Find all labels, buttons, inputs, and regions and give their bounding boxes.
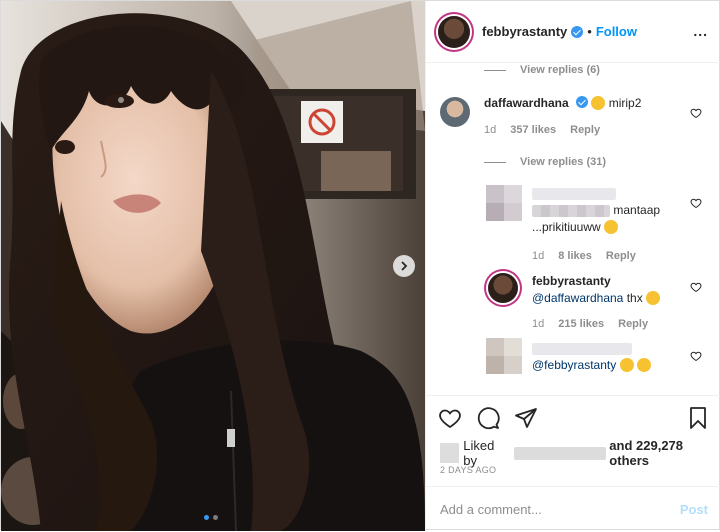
comment-likes[interactable]: 357 likes	[510, 124, 556, 136]
blurred-liker-name[interactable]	[513, 446, 607, 460]
reply-age[interactable]: 1d	[532, 250, 544, 262]
blurred-avatar[interactable]	[486, 338, 522, 374]
view-replies-button[interactable]: View replies (31)	[484, 156, 606, 168]
blurred-liker-avatar	[440, 443, 460, 463]
reply-button[interactable]: Reply	[570, 124, 600, 136]
bookmark-icon[interactable]	[686, 406, 710, 430]
reply-text: @febbyrastanty	[532, 340, 692, 374]
reply-body-a: mantaap	[613, 203, 661, 217]
liked-by-label: Liked by	[463, 438, 495, 468]
post-actions: Liked by and 229,278 others 2 DAYS AGO A…	[426, 395, 720, 531]
mention-link[interactable]: @daffawardhana	[532, 291, 623, 305]
author-avatar[interactable]	[438, 15, 470, 48]
view-replies-button[interactable]: View replies (6)	[484, 64, 600, 76]
comments-list[interactable]: View replies (6) daffawardhana mirip2 1d…	[426, 63, 720, 395]
view-replies-label: View replies (6)	[520, 64, 600, 76]
post-photo[interactable]	[1, 1, 425, 531]
comment-like-heart-icon[interactable]	[690, 281, 702, 293]
reply-button[interactable]: Reply	[618, 318, 648, 330]
author-username[interactable]: febbyrastanty	[482, 24, 567, 39]
carousel-dot-1[interactable]	[204, 515, 209, 520]
comment-meta: 1d 357 likes Reply	[484, 124, 600, 136]
post-header: febbyrastanty • Follow ...	[426, 1, 720, 63]
chevron-right-icon	[401, 261, 408, 271]
carousel-dot-2[interactable]	[213, 515, 218, 520]
grinning-emoji-icon	[604, 220, 619, 234]
reply-meta: 1d 8 likes Reply	[532, 250, 636, 262]
instagram-post: febbyrastanty • Follow ... View replies …	[0, 0, 720, 531]
author-avatar[interactable]	[488, 273, 518, 303]
blurred-mention	[532, 204, 610, 217]
reply-age[interactable]: 1d	[532, 318, 544, 330]
comment-like-heart-icon[interactable]	[690, 350, 702, 362]
comment-input[interactable]: Add a comment...	[440, 502, 542, 517]
view-replies-label: View replies (31)	[520, 156, 607, 168]
reply-body: thx	[626, 291, 643, 305]
verified-badge-icon	[576, 96, 589, 108]
laughing-emoji-icon	[591, 96, 606, 110]
more-options-icon[interactable]: ...	[693, 24, 708, 38]
reply-likes[interactable]: 8 likes	[558, 250, 592, 262]
share-icon[interactable]	[514, 406, 538, 430]
blurred-username	[532, 342, 632, 355]
reply-text: mantaap ...prikitiuuww	[532, 185, 682, 236]
commenter-avatar[interactable]	[440, 97, 470, 127]
next-slide-button[interactable]	[393, 255, 415, 277]
reply-body-b: ...prikitiuuww	[532, 220, 601, 234]
blurred-username	[532, 187, 616, 200]
post-sidebar: febbyrastanty • Follow ... View replies …	[425, 1, 720, 531]
comment-icon[interactable]	[476, 406, 500, 430]
comment-like-heart-icon[interactable]	[690, 107, 702, 119]
reply-meta: 1d 215 likes Reply	[532, 318, 648, 330]
likes-count[interactable]: and 229,278 others	[609, 438, 720, 468]
header-separator: •	[587, 24, 592, 39]
verified-badge-icon	[571, 25, 584, 38]
comment-text: daffawardhana mirip2	[484, 95, 641, 112]
follow-button[interactable]: Follow	[596, 24, 637, 39]
liked-by-summary[interactable]: Liked by and 229,278 others	[440, 438, 720, 468]
comment-body: mirip2	[608, 96, 642, 110]
commenter-username[interactable]: daffawardhana	[484, 96, 569, 110]
heart-eyes-emoji-icon	[636, 358, 651, 372]
replies-divider	[484, 161, 506, 163]
selfie-image	[1, 1, 425, 531]
heart-icon[interactable]	[438, 406, 462, 430]
blurred-avatar[interactable]	[486, 185, 522, 221]
reply-username[interactable]: febbyrastanty	[532, 274, 611, 288]
comment-age[interactable]: 1d	[484, 124, 496, 136]
carousel-indicator	[204, 515, 218, 520]
reply-button[interactable]: Reply	[606, 250, 636, 262]
reply-text: febbyrastanty @daffawardhana thx	[532, 273, 692, 307]
post-comment-button[interactable]: Post	[680, 502, 708, 517]
post-date[interactable]: 2 DAYS AGO	[440, 465, 496, 475]
mention-link[interactable]: @febbyrastanty	[532, 358, 616, 372]
reply-likes[interactable]: 215 likes	[558, 318, 604, 330]
add-comment-bar: Add a comment... Post	[426, 486, 720, 532]
heart-eyes-emoji-icon	[619, 358, 634, 372]
action-icons	[438, 406, 538, 430]
comment-like-heart-icon[interactable]	[690, 197, 702, 209]
replies-divider	[484, 69, 506, 71]
smiling-emoji-icon	[646, 291, 661, 305]
